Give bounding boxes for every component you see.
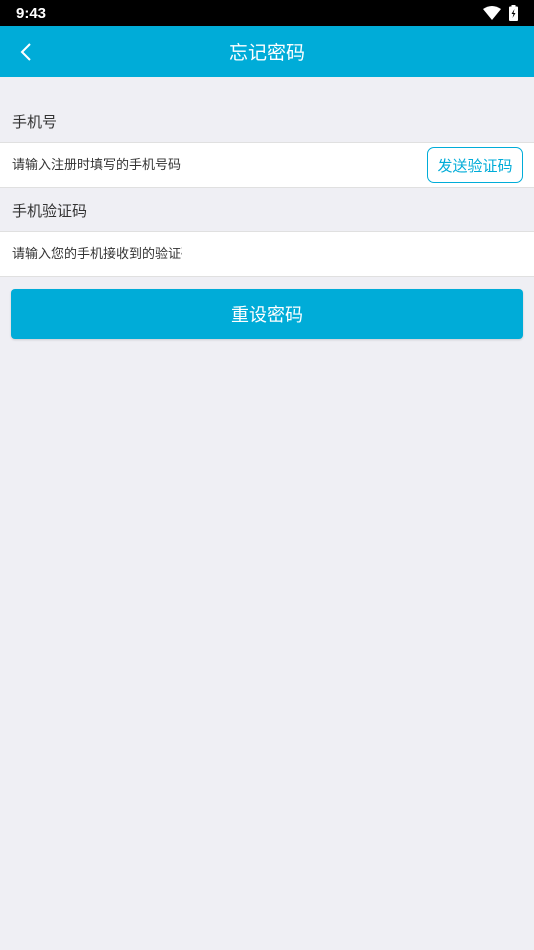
back-button[interactable] [10, 36, 42, 68]
status-time: 9:43 [16, 4, 47, 22]
phone-input-row: 发送验证码 [0, 142, 534, 188]
send-code-button[interactable]: 发送验证码 [427, 147, 523, 183]
status-icons [483, 5, 518, 21]
page-title: 忘记密码 [228, 42, 305, 64]
reset-password-button[interactable]: 重设密码 [11, 289, 523, 339]
phone-label: 手机号 [12, 112, 58, 131]
wifi-icon [483, 6, 501, 20]
verification-code-input[interactable] [0, 232, 182, 276]
phone-input[interactable] [0, 143, 182, 187]
code-label: 手机验证码 [12, 201, 88, 220]
battery-icon [509, 5, 518, 21]
navigation-bar: 忘记密码 [0, 26, 534, 77]
code-input-row [0, 231, 534, 277]
status-bar: 9:43 [0, 0, 534, 26]
back-arrow-icon [20, 43, 31, 61]
